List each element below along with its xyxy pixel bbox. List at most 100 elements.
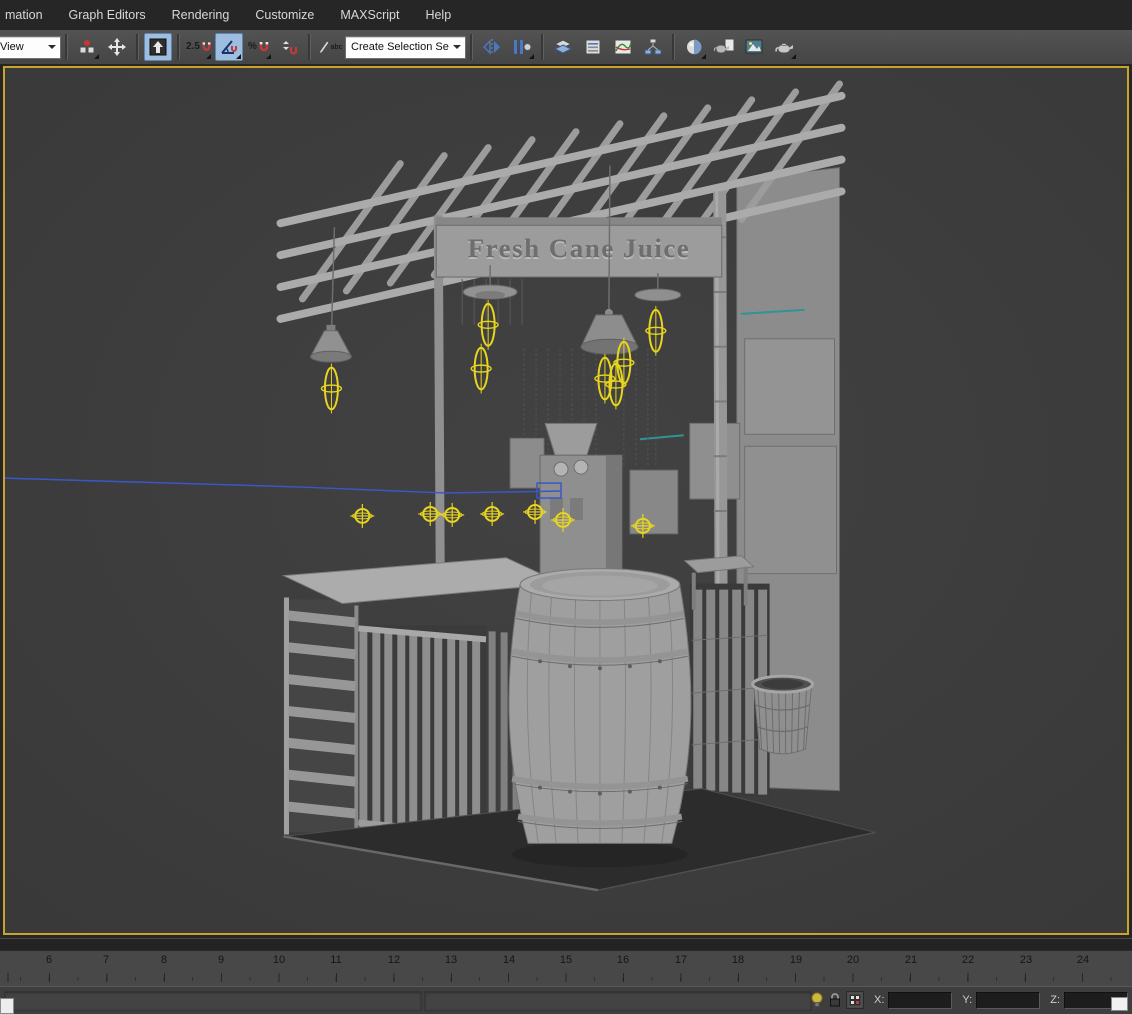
toolbar-separator: [308, 34, 311, 60]
percent-snap-button[interactable]: %: [245, 33, 273, 61]
layer-manager-button[interactable]: [549, 33, 577, 61]
material-sphere-icon: [686, 39, 702, 55]
app-window: mation Graph Editors Rendering Customize…: [0, 0, 1132, 1014]
percent-label: %: [248, 41, 257, 52]
maxscript-mini-listener[interactable]: [0, 998, 14, 1014]
status-bar: X: Y: Z:: [0, 986, 1132, 1014]
render-setup-button[interactable]: [710, 33, 738, 61]
snaps-toggle-button[interactable]: 2.5: [185, 33, 213, 61]
perspective-viewport[interactable]: Fresh Cane Juice Fresh Cane Juice: [3, 66, 1129, 935]
frame-label: 11: [330, 954, 342, 966]
toolbar-separator: [470, 34, 473, 60]
frame-label: 12: [387, 954, 401, 966]
material-editor-button[interactable]: [680, 33, 708, 61]
transform-typein-grid-icon: [848, 993, 862, 1007]
x-label: X:: [874, 994, 885, 1006]
y-label: Y:: [962, 994, 973, 1006]
reference-coordinate-dropdown[interactable]: View: [0, 35, 61, 59]
chevron-down-icon: [48, 44, 56, 53]
schematic-view-icon: [644, 38, 662, 55]
spinner-snap-icon: [283, 41, 298, 55]
viewport-area: Fresh Cane Juice Fresh Cane Juice: [0, 64, 1132, 938]
select-and-manipulate-button[interactable]: [103, 33, 131, 61]
align-icon: [514, 40, 532, 54]
x-coordinate-input[interactable]: [888, 991, 953, 1009]
chevron-down-icon: [453, 44, 461, 53]
absolute-mode-toggle-button[interactable]: [846, 991, 865, 1009]
frame-label: 8: [160, 954, 168, 966]
frame-label: 24: [1076, 954, 1090, 966]
curve-editor-icon: [614, 39, 632, 55]
teapot-icon: [775, 43, 793, 54]
frame-label: 18: [731, 954, 745, 966]
mirror-icon: [483, 39, 500, 55]
menu-item-graph-editors[interactable]: Graph Editors: [56, 0, 159, 30]
mirror-button[interactable]: [478, 33, 506, 61]
align-button[interactable]: [508, 33, 536, 61]
layers-icon: [553, 39, 573, 54]
frame-label: 20: [846, 954, 860, 966]
scene-explorer-icon: [585, 39, 601, 55]
frame-label: 23: [1019, 954, 1033, 966]
render-production-button[interactable]: [770, 33, 798, 61]
frame-label: 21: [904, 954, 918, 966]
rendered-frame-window-button[interactable]: [740, 33, 768, 61]
track-bar[interactable]: [0, 938, 1132, 950]
z-label: Z:: [1050, 994, 1060, 1006]
frame-label: 13: [444, 954, 458, 966]
curve-editor-button[interactable]: [609, 33, 637, 61]
magnet-icon: [202, 42, 211, 51]
key-light-icon[interactable]: [810, 992, 824, 1008]
menu-item-help[interactable]: Help: [412, 0, 464, 30]
use-center-button[interactable]: [73, 33, 101, 61]
named-selection-set-value: Create Selection Se: [351, 41, 449, 53]
frame-label: 17: [674, 954, 688, 966]
frame-label: 19: [789, 954, 803, 966]
basket: [751, 674, 815, 755]
angle-snap-button[interactable]: [215, 33, 243, 61]
frame-label: 16: [616, 954, 630, 966]
menu-item-customize[interactable]: Customize: [242, 0, 327, 30]
viewport-canvas[interactable]: Fresh Cane Juice Fresh Cane Juice: [5, 68, 1127, 933]
menu-item-maxscript[interactable]: MAXScript: [327, 0, 412, 30]
schematic-view-button[interactable]: [639, 33, 667, 61]
menu-item-animation[interactable]: mation: [0, 0, 56, 30]
menu-bar: mation Graph Editors Rendering Customize…: [0, 0, 1132, 31]
sign-text: Fresh Cane Juice: [468, 233, 691, 263]
toolbar-separator: [136, 34, 139, 60]
scene-explorer-button[interactable]: [579, 33, 607, 61]
selection-lock-icon[interactable]: [828, 992, 842, 1008]
frame-label: 10: [272, 954, 286, 966]
reference-coordinate-value: View: [0, 41, 24, 53]
window-resize-grip[interactable]: [1111, 997, 1128, 1011]
time-ruler[interactable]: 6 7 8 9 10 11 12 13 14 15 16 17 18 19 20…: [0, 950, 1132, 986]
y-coordinate-input[interactable]: [976, 991, 1041, 1009]
render-setup-icon: [713, 38, 735, 54]
ruler-ticks: [0, 973, 1132, 982]
magnet-icon: [259, 42, 269, 52]
frame-label: 6: [45, 954, 53, 966]
frame-label: 22: [961, 954, 975, 966]
barrel: [508, 568, 692, 868]
frame-label: 15: [559, 954, 573, 966]
menu-item-rendering[interactable]: Rendering: [159, 0, 243, 30]
use-center-icon: [79, 40, 95, 54]
keyboard-override-icon: [149, 38, 167, 56]
abc-label: abc: [330, 43, 343, 51]
toolbar-separator: [541, 34, 544, 60]
toolbar-separator: [177, 34, 180, 60]
pencil-icon: [319, 40, 331, 55]
keyboard-override-button[interactable]: [144, 33, 172, 61]
edit-named-selection-sets-button[interactable]: abc: [316, 33, 344, 61]
frame-label: 7: [102, 954, 110, 966]
prompt-panel: [4, 991, 422, 1011]
move-crosshair-icon: [108, 38, 126, 56]
frame-label: 9: [217, 954, 225, 966]
spinner-snap-button[interactable]: [275, 33, 303, 61]
rendered-frame-icon: [745, 39, 763, 54]
named-selection-sets-dropdown[interactable]: Create Selection Se: [345, 35, 466, 59]
coordinate-display: X: Y: Z:: [810, 990, 1128, 1010]
main-toolbar: View 2.5 % abc Create Selection Se: [0, 30, 1132, 65]
toolbar-separator: [672, 34, 675, 60]
angle-snap-icon: [221, 40, 237, 54]
